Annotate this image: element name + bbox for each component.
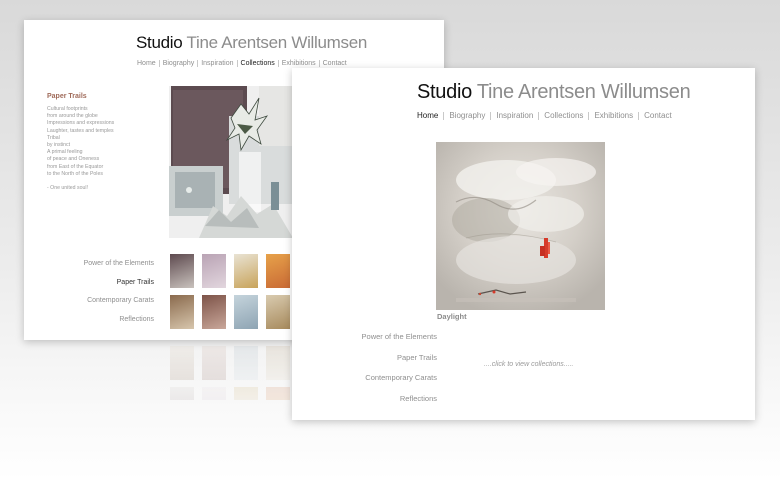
- collage-artwork: [169, 86, 293, 238]
- nav-item-home[interactable]: Home: [417, 112, 443, 120]
- collection-link[interactable]: Paper Trails: [342, 353, 437, 374]
- nav-item-contact[interactable]: Contact: [638, 112, 677, 120]
- artwork-thumbnail: [170, 387, 194, 400]
- nav-item-collections[interactable]: Collections: [236, 60, 278, 67]
- artwork-thumbnail: [266, 387, 290, 400]
- view-collections-hint: ....click to view collections.....: [484, 361, 574, 368]
- page-reflection: [24, 340, 292, 400]
- collection-poem: Cultural footprints from around the globe…: [47, 106, 157, 192]
- poem-line: Laughter, tastes and temples: [47, 127, 114, 134]
- poem-line: Cultural footprints: [47, 106, 88, 112]
- category-link[interactable]: Paper Trails: [44, 279, 154, 298]
- collection-artwork-image[interactable]: [169, 86, 293, 238]
- site-title-studio: Studio: [136, 33, 183, 52]
- artwork-thumbnail: [202, 346, 226, 380]
- main-nav: Home Biography Inspiration Collections Exhib…: [137, 60, 350, 67]
- thumbnail-reflection: [170, 346, 290, 400]
- category-link[interactable]: Contemporary Carats: [44, 297, 154, 316]
- home-page-window: Studio Tine Arentsen Willumsen Home Biogr…: [292, 68, 755, 420]
- poem-line: A primal feeling: [47, 149, 83, 156]
- artwork-thumbnail[interactable]: [234, 295, 258, 329]
- site-title-studio: Studio: [417, 81, 472, 103]
- category-link[interactable]: Power of the Elements: [44, 260, 154, 279]
- artwork-thumbnail: [234, 387, 258, 400]
- nav-item-biography[interactable]: Biography: [158, 60, 198, 67]
- nav-item-inspiration[interactable]: Inspiration: [490, 112, 538, 120]
- featured-painting-image[interactable]: [436, 142, 605, 310]
- site-title-artist: Tine Arentsen Willumsen: [476, 81, 691, 103]
- poem-line: from East of the Equator: [47, 163, 104, 170]
- artwork-thumbnail[interactable]: [266, 254, 290, 288]
- poem-line: from around the globe: [47, 113, 98, 120]
- nav-item-contact[interactable]: Contact: [318, 60, 350, 67]
- nav-item-exhibitions[interactable]: Exhibitions: [588, 112, 638, 120]
- nav-item-collections[interactable]: Collections: [538, 112, 588, 120]
- collection-link[interactable]: Reflections: [342, 394, 437, 415]
- poem-line: Tribal: [47, 134, 60, 141]
- thumbnail-grid: [170, 254, 290, 329]
- artwork-thumbnail: [202, 387, 226, 400]
- daylight-painting: [436, 142, 605, 310]
- collection-categories: Power of the Elements Paper Trails Contemp…: [44, 260, 154, 334]
- site-title-artist: Tine Arentsen Willumsen: [186, 33, 368, 52]
- nav-item-home[interactable]: Home: [137, 60, 159, 67]
- artwork-thumbnail: [266, 346, 290, 380]
- poem-line: by instinct: [47, 142, 71, 149]
- artwork-thumbnail: [234, 346, 258, 380]
- category-link[interactable]: Reflections: [44, 316, 154, 335]
- main-nav: Home Biography Inspiration Collections Exhib…: [417, 112, 677, 120]
- collection-links: Power of the Elements Paper Trails Contemp…: [342, 332, 437, 414]
- site-title[interactable]: Studio Tine Arentsen Willumsen: [417, 81, 691, 104]
- artwork-thumbnail[interactable]: [202, 254, 226, 288]
- artwork-thumbnail: [170, 346, 194, 380]
- nav-item-exhibitions[interactable]: Exhibitions: [277, 60, 319, 67]
- collection-link[interactable]: Power of the Elements: [342, 332, 437, 353]
- artwork-thumbnail[interactable]: [234, 254, 258, 288]
- painting-caption: Daylight: [437, 312, 467, 321]
- artwork-thumbnail[interactable]: [170, 254, 194, 288]
- artwork-thumbnail[interactable]: [266, 295, 290, 329]
- collection-link[interactable]: Contemporary Carats: [342, 373, 437, 394]
- nav-item-biography[interactable]: Biography: [443, 112, 490, 120]
- nav-item-inspiration[interactable]: Inspiration: [197, 60, 236, 67]
- poem-line: to the North of the Poles: [47, 170, 103, 177]
- poem-line: of peace and Oneness: [47, 156, 100, 163]
- artwork-thumbnail[interactable]: [202, 295, 226, 329]
- site-title[interactable]: Studio Tine Arentsen Willumsen: [136, 33, 367, 53]
- artwork-thumbnail[interactable]: [170, 295, 194, 329]
- poem-line: Impressions and expressions: [47, 120, 115, 127]
- collection-title: Paper Trails: [47, 93, 87, 100]
- poem-signature: - One united soul!: [47, 185, 88, 192]
